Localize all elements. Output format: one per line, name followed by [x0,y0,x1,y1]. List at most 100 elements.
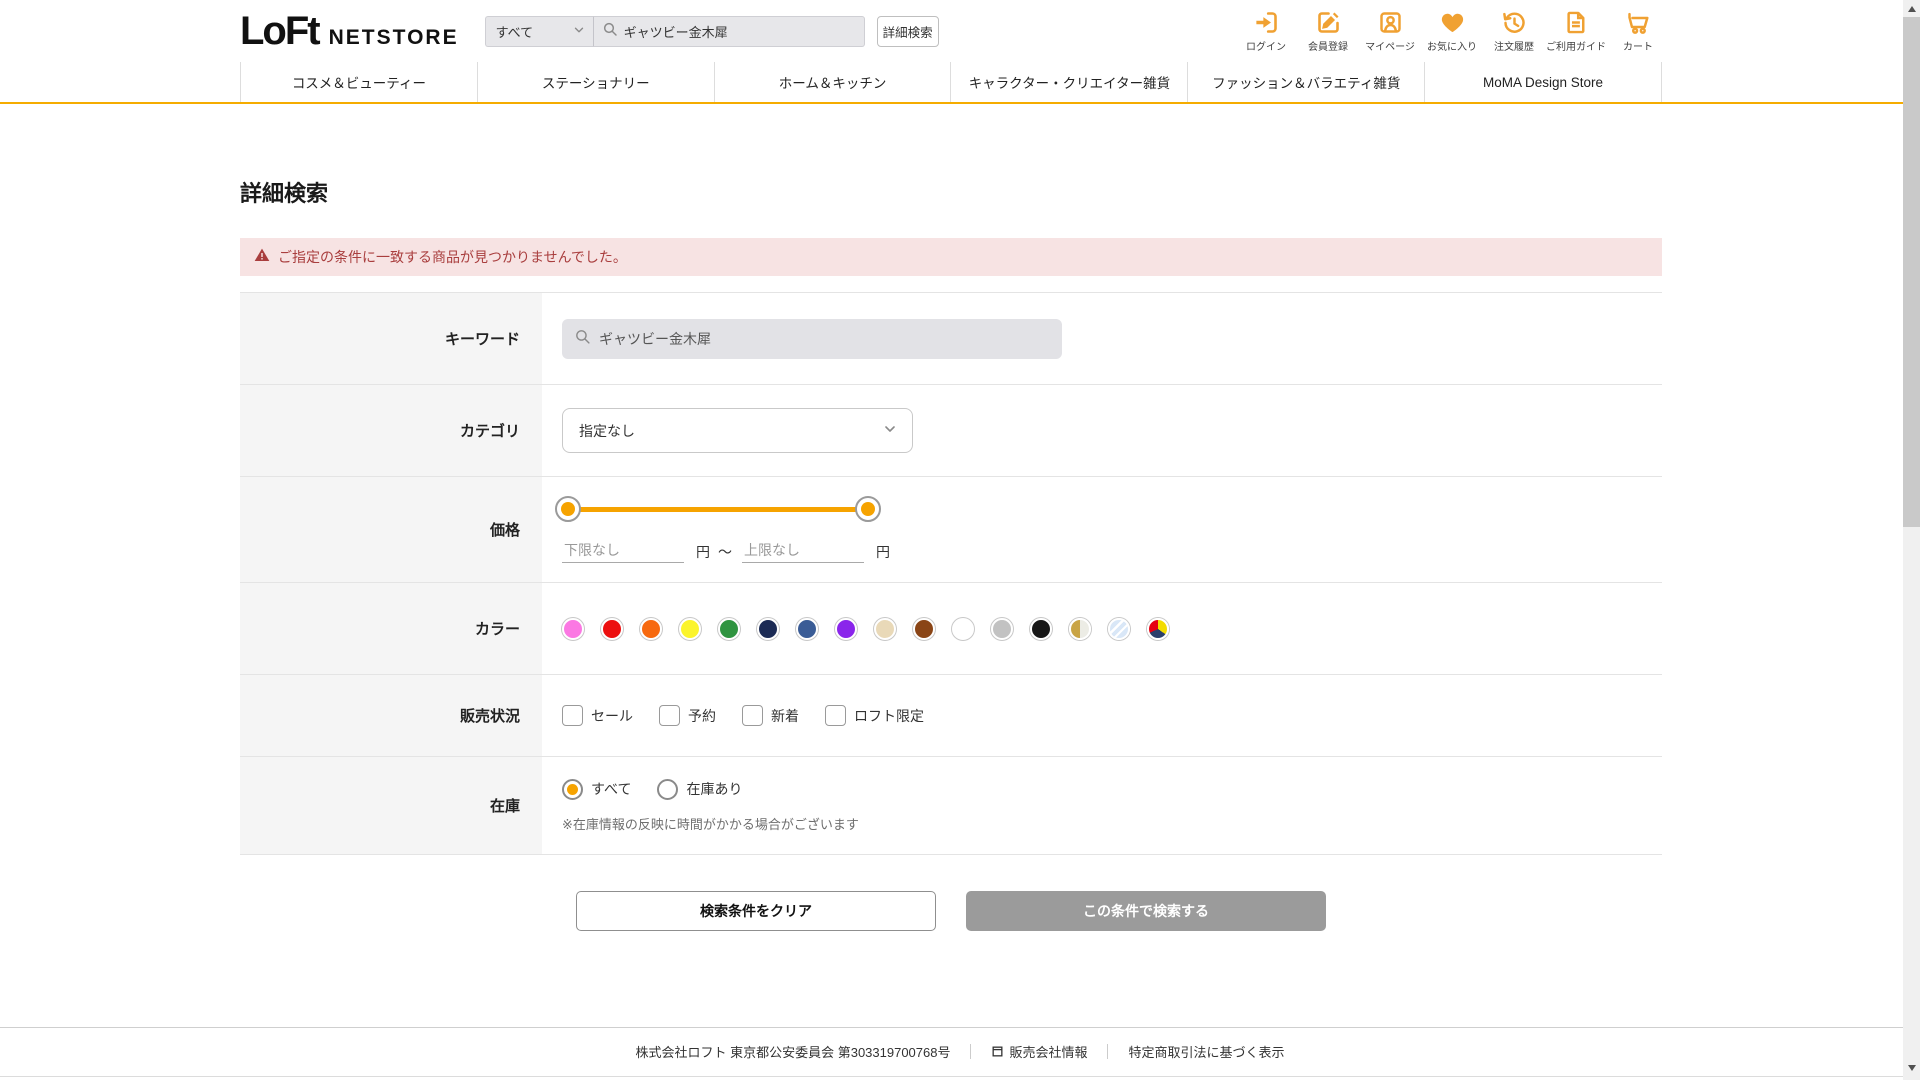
warning-icon [254,247,270,268]
header-search-group: すべて 詳細検索 [485,16,939,47]
color-swatch-navy[interactable] [757,618,779,640]
checkbox-label: 新着 [771,706,799,726]
sales-checkbox-1[interactable]: 予約 [659,705,716,726]
form-row-stock: 在庫 すべて 在庫あり ※在庫情報の反映に時間がかかる場合がございます [240,757,1662,855]
color-swatch-gold-silver[interactable] [1069,618,1091,640]
price-slider-handle-max[interactable] [855,496,881,522]
color-swatch-gray[interactable] [991,618,1013,640]
quick-link-cart[interactable]: カート [1614,9,1662,53]
color-swatch-orange[interactable] [640,618,662,640]
footer-company-text: 株式会社ロフト 東京都公安委員会 第303319700768号 [635,1042,950,1061]
scrollbar-thumb[interactable] [1903,17,1920,527]
price-min-input[interactable] [562,540,684,563]
form-buttons: 検索条件をクリア この条件で検索する [240,891,1662,931]
header-search-box [593,16,865,47]
quick-link-login[interactable]: ログイン [1242,9,1290,53]
advanced-search-button[interactable]: 詳細検索 [877,16,939,47]
footer-separator [1107,1044,1108,1059]
cart-icon [1625,9,1652,36]
search-scope-value: すべて [496,22,534,41]
order-history-icon [1501,9,1528,36]
stock-label: 在庫 [240,757,542,854]
search-form: キーワード カテゴリ 指定なし [240,292,1662,855]
quick-link-order-history[interactable]: 注文履歴 [1490,9,1538,53]
error-message: ご指定の条件に一致する商品が見つかりませんでした。 [278,247,627,267]
keyword-input[interactable] [599,331,1050,347]
checkbox-box[interactable] [742,705,763,726]
color-swatch-clear[interactable] [1108,618,1130,640]
quick-link-guide[interactable]: ご利用ガイド [1552,9,1600,53]
quick-link-label: 注文履歴 [1494,38,1534,53]
nav-item-5[interactable]: MoMA Design Store [1424,62,1662,102]
chevron-down-icon [572,23,586,40]
nav-item-4[interactable]: ファッション＆バラエティ雑貨 [1187,62,1424,102]
color-swatch-pink[interactable] [562,618,584,640]
header-search-input[interactable] [624,24,856,39]
color-swatch-yellow[interactable] [679,618,701,640]
color-swatch-green[interactable] [718,618,740,640]
color-swatch-purple[interactable] [835,618,857,640]
stock-note: ※在庫情報の反映に時間がかかる場合がございます [562,814,859,833]
price-max-input[interactable] [742,540,864,563]
footer-separator [970,1044,971,1059]
nav-item-3[interactable]: キャラクター・クリエイター雑貨 [950,62,1187,102]
scrollbar-down-arrow[interactable] [1903,1059,1920,1076]
color-swatch-brown[interactable] [913,618,935,640]
checkbox-label: 予約 [688,706,716,726]
price-min-unit: 円 [696,542,710,562]
radio-circle[interactable] [657,779,678,800]
quick-link-favorites[interactable]: お気に入り [1428,9,1476,53]
checkbox-label: ロフト限定 [854,706,924,726]
form-row-price: 価格 円 ～ 円 [240,477,1662,583]
footer-link-seller-info[interactable]: 販売会社情報 [991,1042,1087,1061]
logo-suffix: NETSTORE [329,26,459,50]
stock-radio-0[interactable]: すべて [562,779,631,800]
color-swatch-blue[interactable] [796,618,818,640]
category-select[interactable]: 指定なし [562,408,913,453]
checkbox-box[interactable] [659,705,680,726]
color-label: カラー [240,583,542,674]
quick-link-mypage[interactable]: マイページ [1366,9,1414,53]
checkbox-box[interactable] [562,705,583,726]
nav-item-1[interactable]: ステーショナリー [477,62,714,102]
price-slider-handle-min[interactable] [555,496,581,522]
checkbox-box[interactable] [825,705,846,726]
radio-circle[interactable] [562,779,583,800]
main-content: 詳細検索 ご指定の条件に一致する商品が見つかりませんでした。 キーワード [240,176,1662,931]
footer-divider [0,1076,1920,1077]
color-swatch-red[interactable] [601,618,623,640]
color-swatch-list [562,618,1169,640]
submit-search-button[interactable]: この条件で検索する [966,891,1326,931]
nav-item-2[interactable]: ホーム＆キッチン [714,62,951,102]
error-banner: ご指定の条件に一致する商品が見つかりませんでした。 [240,238,1662,276]
sales-checkbox-3[interactable]: ロフト限定 [825,705,924,726]
site-logo[interactable]: LoFt NETSTORE [240,9,459,54]
scrollbar-up-arrow[interactable] [1903,0,1920,17]
radio-label: すべて [591,779,631,799]
stock-radio-1[interactable]: 在庫あり [657,779,742,800]
color-swatch-beige[interactable] [874,618,896,640]
vertical-scrollbar[interactable] [1903,0,1920,1080]
sales-status-label: 販売状況 [240,675,542,756]
price-range-slider [568,496,868,522]
color-swatch-multicolor[interactable] [1147,618,1169,640]
sales-checkbox-2[interactable]: 新着 [742,705,799,726]
price-max-unit: 円 [876,542,890,562]
footer-link-tokushoho[interactable]: 特定商取引法に基づく表示 [1128,1042,1284,1061]
form-row-keyword: キーワード [240,293,1662,385]
nav-item-0[interactable]: コスメ＆ビューティー [240,62,477,102]
favorites-icon [1439,9,1466,36]
site-header: LoFt NETSTORE すべて 詳細検索 ログイン会員登 [0,0,1920,62]
mypage-icon [1377,9,1404,36]
clear-search-button[interactable]: 検索条件をクリア [576,891,936,931]
color-swatch-black[interactable] [1030,618,1052,640]
search-scope-select[interactable]: すべて [485,16,593,47]
price-label: 価格 [240,477,542,582]
quick-link-register[interactable]: 会員登録 [1304,9,1352,53]
color-swatch-white[interactable] [952,618,974,640]
search-icon [602,21,618,42]
sales-checkbox-0[interactable]: セール [562,705,633,726]
quick-link-label: 会員登録 [1308,38,1348,53]
header-quick-links: ログイン会員登録 マイページお気に入り注文履歴 ご利用ガイドカート [1242,9,1662,53]
category-selected-value: 指定なし [579,421,635,441]
